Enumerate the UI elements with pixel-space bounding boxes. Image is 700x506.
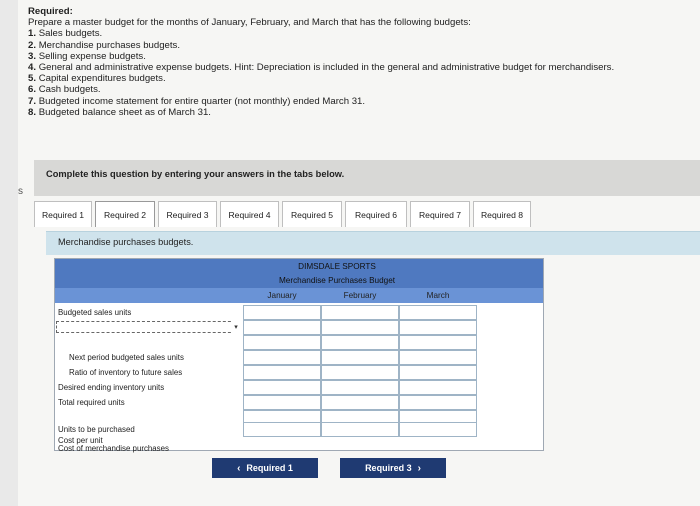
budget-title: Merchandise Purchases Budget: [278, 276, 396, 285]
march-input[interactable]: [399, 335, 477, 350]
req-num: 7.: [28, 95, 37, 107]
req-text: Selling expense budgets.: [38, 50, 146, 62]
january-input[interactable]: [243, 395, 321, 410]
row-label: Ratio of inventory to future sales: [69, 368, 183, 377]
chevron-left-icon: ‹: [237, 462, 241, 474]
tab-required-6[interactable]: Required 6: [345, 201, 407, 227]
tab-strip: Required 1 Required 2 Required 3 Require…: [34, 201, 534, 229]
february-input[interactable]: [321, 380, 399, 395]
req-num: 2.: [28, 39, 37, 51]
table-row: Budgeted sales units: [55, 305, 543, 320]
page: s Required: Prepare a master budget for …: [18, 0, 700, 506]
march-input[interactable]: [399, 320, 477, 335]
req-text: Budgeted income statement for entire qua…: [38, 95, 366, 107]
chevron-down-icon[interactable]: ▾: [231, 320, 241, 335]
row-label: Next period budgeted sales units: [69, 353, 184, 362]
prev-label: Required 1: [246, 463, 293, 473]
tab-required-3[interactable]: Required 3: [158, 201, 217, 227]
req-text: Cash budgets.: [38, 84, 101, 96]
tab-required-1[interactable]: Required 1: [34, 201, 92, 227]
table-header: DIMSDALE SPORTS Merchandise Purchases Bu…: [55, 259, 543, 303]
march-input[interactable]: [399, 305, 477, 320]
purchases-budget-table: DIMSDALE SPORTS Merchandise Purchases Bu…: [54, 258, 544, 453]
january-input[interactable]: [243, 365, 321, 380]
row-label: Desired ending inventory units: [58, 383, 165, 392]
table-row: Desired ending inventory units: [55, 380, 543, 395]
march-input[interactable]: [399, 395, 477, 410]
col-january: January: [267, 291, 297, 300]
req-num: 1.: [28, 28, 37, 40]
next-label: Required 3: [365, 463, 412, 473]
column-header-row: January February March: [55, 288, 543, 303]
tab-required-5[interactable]: Required 5: [282, 201, 342, 227]
req-num: 3.: [28, 50, 37, 62]
table-row: Ratio of inventory to future sales: [55, 365, 543, 380]
table-row: Total required units: [55, 395, 543, 410]
table-row: [55, 335, 543, 350]
req-num: 8.: [28, 106, 37, 118]
next-required-button[interactable]: Required 3 ›: [340, 458, 446, 478]
february-input[interactable]: [321, 320, 399, 335]
january-input[interactable]: [243, 380, 321, 395]
req-text: Merchandise purchases budgets.: [38, 39, 181, 51]
march-input[interactable]: [399, 380, 477, 395]
row-label: Cost of merchandise purchases: [58, 444, 169, 453]
row-label: Budgeted sales units: [58, 308, 132, 317]
requirements-heading: Required:: [28, 6, 73, 17]
march-input[interactable]: [399, 365, 477, 380]
january-input[interactable]: [243, 320, 321, 335]
col-march: March: [426, 291, 450, 300]
march-input[interactable]: [399, 350, 477, 365]
req-num: 6.: [28, 84, 37, 96]
tab-required-8[interactable]: Required 8: [473, 201, 531, 227]
table-row: Next period budgeted sales units: [55, 350, 543, 365]
january-input[interactable]: [243, 335, 321, 350]
req-text: Sales budgets.: [38, 28, 103, 40]
chevron-right-icon: ›: [417, 462, 421, 474]
february-input[interactable]: [321, 335, 399, 350]
col-february: February: [343, 291, 377, 300]
section-header: Merchandise purchases budgets.: [46, 231, 700, 255]
table-row: ▾: [55, 320, 543, 335]
req-text: General and administrative expense budge…: [38, 62, 615, 74]
company-name: DIMSDALE SPORTS: [298, 262, 376, 271]
req-text: Capital expenditures budgets.: [38, 73, 166, 85]
tab-required-7[interactable]: Required 7: [410, 201, 470, 227]
req-text: Budgeted balance sheet as of March 31.: [38, 106, 211, 118]
tab-required-4[interactable]: Required 4: [220, 201, 279, 227]
january-input[interactable]: [243, 305, 321, 320]
tab-required-2[interactable]: Required 2: [95, 201, 155, 227]
instruction-bar: Complete this question by entering your …: [34, 160, 700, 196]
prev-required-button[interactable]: ‹ Required 1: [212, 458, 318, 478]
february-input[interactable]: [321, 305, 399, 320]
req-num: 5.: [28, 73, 37, 85]
february-input[interactable]: [321, 395, 399, 410]
row-label: Total required units: [58, 398, 125, 407]
table-row: Cost of merchandise purchases: [55, 444, 543, 453]
section-title: Merchandise purchases budgets.: [58, 237, 194, 247]
january-input[interactable]: [243, 350, 321, 365]
february-input[interactable]: [321, 365, 399, 380]
req-num: 4.: [28, 62, 37, 74]
requirements-intro: Prepare a master budget for the months o…: [28, 17, 471, 29]
row-label-select[interactable]: [56, 321, 241, 333]
february-input[interactable]: [321, 350, 399, 365]
requirements-block: Required: Prepare a master budget for th…: [28, 6, 668, 118]
side-mark: s: [18, 186, 23, 197]
instruction-text: Complete this question by entering your …: [46, 169, 345, 179]
